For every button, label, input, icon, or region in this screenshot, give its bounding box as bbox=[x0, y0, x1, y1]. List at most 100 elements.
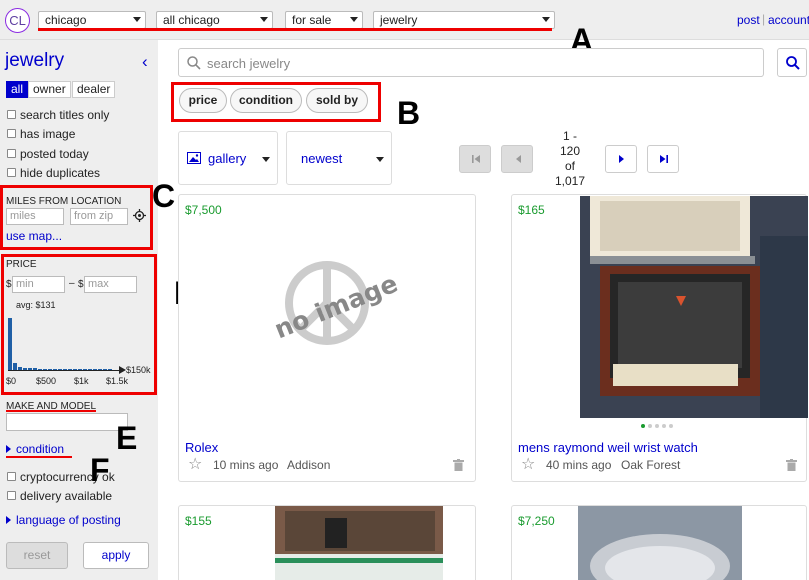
pagination-range-end: 120 bbox=[559, 144, 581, 158]
histogram-bar bbox=[8, 318, 12, 370]
miles-input[interactable]: miles bbox=[6, 208, 64, 225]
chevron-down-icon bbox=[376, 157, 384, 162]
carousel-dot[interactable] bbox=[655, 424, 659, 428]
posted-today-label: posted today bbox=[20, 147, 89, 161]
has-image-checkbox[interactable] bbox=[7, 129, 16, 138]
miles-section-label: MILES FROM LOCATION bbox=[6, 196, 122, 207]
carousel-dots[interactable] bbox=[641, 424, 673, 428]
search-titles-only-label: search titles only bbox=[20, 108, 110, 122]
carousel-dot[interactable] bbox=[641, 424, 645, 428]
histogram-axis bbox=[8, 370, 123, 371]
price-histogram bbox=[8, 318, 120, 370]
page-title: jewelry bbox=[5, 50, 65, 71]
seller-type-owner[interactable]: owner bbox=[28, 81, 71, 98]
locate-icon[interactable] bbox=[133, 209, 146, 222]
make-model-input[interactable] bbox=[6, 413, 128, 431]
pagination-range-of: of bbox=[564, 159, 575, 173]
chevron-down-icon bbox=[260, 17, 268, 22]
annotation-label-e: E bbox=[116, 420, 138, 456]
topbar-separator: | bbox=[762, 12, 766, 26]
pagination-range: 1 - 120 of 1,017 bbox=[548, 129, 592, 189]
listing-title[interactable]: mens raymond weil wrist watch bbox=[518, 440, 698, 455]
favorite-star-icon[interactable]: ☆ bbox=[188, 454, 202, 474]
listing-card[interactable]: $155 bbox=[178, 505, 476, 580]
histogram-tick: $1k bbox=[74, 376, 89, 386]
chevron-down-icon bbox=[350, 17, 358, 22]
price-filter-pill[interactable]: price bbox=[179, 88, 227, 113]
seller-type-dealer[interactable]: dealer bbox=[72, 81, 116, 98]
listing-time: 40 mins ago bbox=[546, 458, 612, 472]
listing-time: 10 mins ago bbox=[213, 458, 279, 472]
seller-type-all[interactable]: all bbox=[6, 81, 29, 98]
sold-by-filter-pill[interactable]: sold by bbox=[306, 88, 368, 113]
expand-arrow-icon bbox=[6, 445, 11, 453]
section-select[interactable]: for sale bbox=[285, 11, 363, 29]
use-map-link[interactable]: use map... bbox=[6, 229, 62, 243]
posted-today-checkbox[interactable] bbox=[7, 149, 16, 158]
listing-location: Addison bbox=[287, 458, 331, 472]
condition-filter-pill[interactable]: condition bbox=[230, 88, 302, 113]
min-price-input[interactable]: min bbox=[12, 276, 65, 293]
city-select[interactable]: chicago bbox=[38, 11, 146, 29]
listing-card[interactable]: $7,250 bbox=[511, 505, 807, 580]
trash-icon[interactable] bbox=[786, 459, 797, 471]
currency-symbol-min: $ bbox=[6, 279, 12, 290]
category-select[interactable]: jewelry bbox=[373, 11, 555, 29]
previous-page-icon bbox=[516, 155, 521, 163]
first-page-button[interactable] bbox=[459, 145, 491, 173]
annotation-label-b: B bbox=[397, 95, 421, 131]
chevron-down-icon bbox=[262, 157, 270, 162]
craigslist-logo[interactable]: CL bbox=[5, 8, 30, 33]
post-link[interactable]: post bbox=[737, 13, 760, 27]
view-mode-label: gallery bbox=[208, 151, 247, 166]
language-of-posting-toggle[interactable]: language of posting bbox=[16, 513, 121, 527]
first-page-icon bbox=[472, 155, 480, 163]
last-page-icon bbox=[660, 155, 668, 163]
last-page-button[interactable] bbox=[647, 145, 679, 173]
apply-button[interactable]: apply bbox=[83, 542, 149, 569]
delivery-available-checkbox[interactable] bbox=[7, 491, 16, 500]
listing-card[interactable]: $165 mens raymond weil wrist watch ☆ 40 … bbox=[511, 194, 808, 482]
area-select[interactable]: all chicago bbox=[156, 11, 273, 29]
listing-card[interactable]: $7,500 no image Rolex ☆ 10 mins ago Addi… bbox=[178, 194, 476, 482]
area-select-value: all chicago bbox=[163, 13, 220, 27]
favorite-star-icon[interactable]: ☆ bbox=[521, 454, 535, 474]
price-range-dash: – bbox=[69, 278, 75, 289]
listing-photo[interactable] bbox=[578, 506, 742, 580]
search-input[interactable]: search jewelry bbox=[207, 56, 290, 71]
next-page-button[interactable] bbox=[605, 145, 637, 173]
view-mode-select[interactable]: gallery bbox=[178, 131, 278, 185]
expand-arrow-icon bbox=[6, 516, 11, 524]
search-titles-only-checkbox[interactable] bbox=[7, 110, 16, 119]
category-select-value: jewelry bbox=[380, 13, 418, 27]
chevron-down-icon bbox=[133, 17, 141, 22]
gallery-icon bbox=[187, 152, 201, 164]
max-price-input[interactable]: max bbox=[84, 276, 137, 293]
search-button[interactable] bbox=[777, 48, 807, 77]
city-select-value: chicago bbox=[45, 13, 87, 27]
from-zip-input[interactable]: from zip bbox=[70, 208, 128, 225]
delivery-available-label: delivery available bbox=[20, 489, 113, 503]
listing-photo[interactable] bbox=[275, 506, 443, 580]
sort-select[interactable]: newest bbox=[286, 131, 392, 185]
reset-button[interactable]: reset bbox=[6, 542, 68, 569]
carousel-dot[interactable] bbox=[669, 424, 673, 428]
search-bar[interactable]: search jewelry bbox=[178, 48, 764, 77]
annotation-label-f: F bbox=[90, 452, 110, 488]
account-link[interactable]: account bbox=[768, 13, 809, 27]
listing-price: $7,500 bbox=[185, 203, 222, 217]
listing-title[interactable]: Rolex bbox=[185, 440, 218, 455]
chevron-down-icon bbox=[542, 17, 550, 22]
listing-photo-watch-box[interactable] bbox=[580, 196, 808, 418]
listing-price: $7,250 bbox=[518, 514, 555, 528]
collapse-sidebar-icon[interactable]: ‹ bbox=[142, 52, 148, 72]
trash-icon[interactable] bbox=[453, 459, 464, 471]
section-select-value: for sale bbox=[292, 13, 332, 27]
condition-toggle[interactable]: condition bbox=[16, 442, 64, 456]
previous-page-button[interactable] bbox=[501, 145, 533, 173]
carousel-dot[interactable] bbox=[662, 424, 666, 428]
search-icon bbox=[187, 56, 201, 70]
hide-duplicates-checkbox[interactable] bbox=[7, 168, 16, 177]
carousel-dot[interactable] bbox=[648, 424, 652, 428]
cryptocurrency-ok-checkbox[interactable] bbox=[7, 472, 16, 481]
